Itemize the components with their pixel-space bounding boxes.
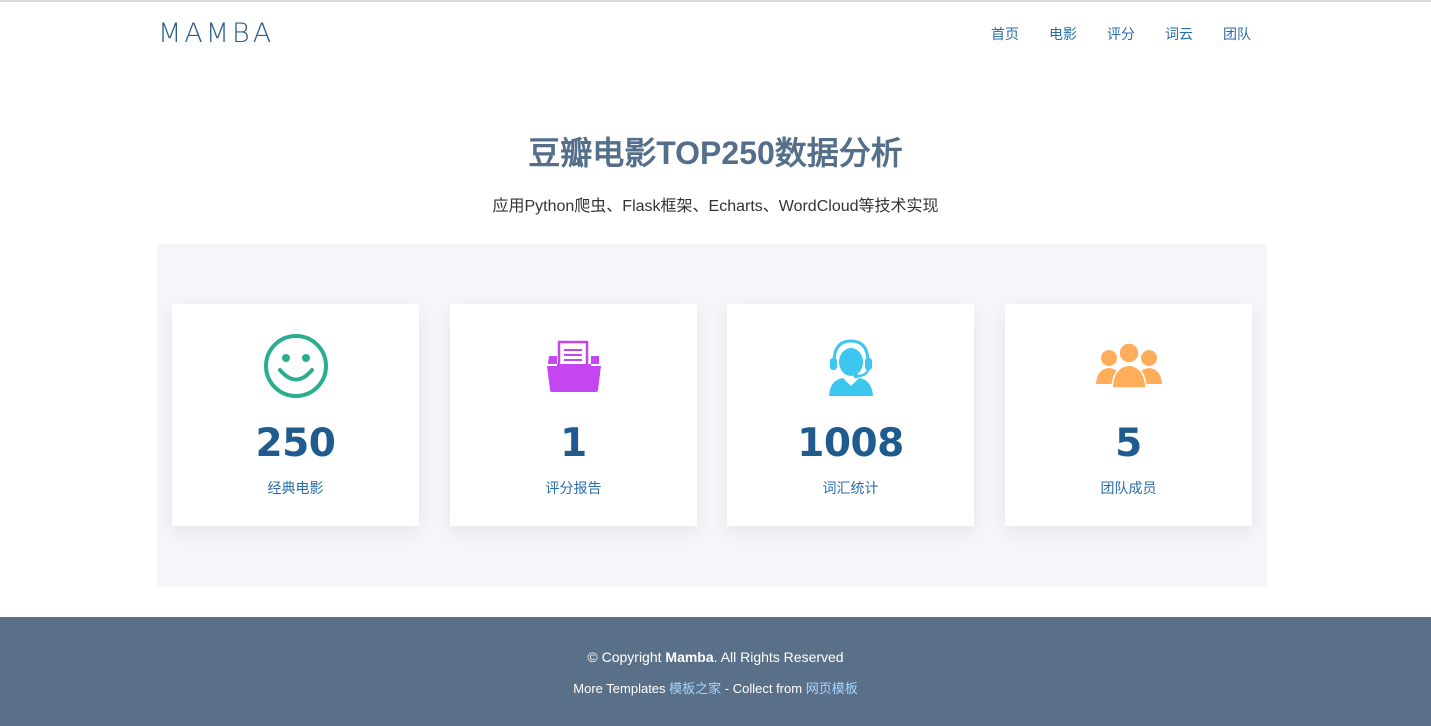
document-tray-icon — [450, 332, 697, 400]
brand-logo[interactable]: MAMBA — [158, 18, 274, 49]
nav-ratings[interactable]: 评分 — [1092, 24, 1150, 44]
nav-movies[interactable]: 电影 — [1034, 24, 1092, 44]
stat-value: 1008 — [797, 421, 904, 466]
stat-label: 团队成员 — [1100, 480, 1157, 496]
stat-value: 5 — [1115, 421, 1142, 466]
templates-line: More Templates 模板之家 - Collect from 网页模板 — [0, 678, 1431, 697]
more-templates-link[interactable]: 模板之家 — [669, 681, 721, 696]
nav-team[interactable]: 团队 — [1208, 24, 1266, 44]
team-people-icon — [1005, 332, 1252, 400]
collect-from-link[interactable]: 网页模板 — [806, 681, 858, 696]
page-subtitle: 应用Python爬虫、Flask框架、Echarts、WordCloud等技术实… — [492, 198, 939, 215]
footer: © Copyright Mamba. All Rights Reserved M… — [0, 617, 1431, 726]
stat-card-report[interactable]: 1 评分报告 — [450, 304, 697, 526]
more-templates-text: More Templates — [573, 681, 670, 696]
copyright-prefix: © Copyright — [587, 649, 666, 665]
stat-card-team[interactable]: 5 团队成员 — [1005, 304, 1252, 526]
stat-label: 词汇统计 — [822, 480, 879, 496]
stat-card-movies[interactable]: 250 经典电影 — [172, 304, 419, 526]
copyright-line: © Copyright Mamba. All Rights Reserved — [0, 649, 1431, 665]
nav-wordcloud[interactable]: 词云 — [1150, 24, 1208, 44]
main-nav: 首页 电影 评分 词云 团队 — [976, 24, 1266, 44]
stat-label: 经典电影 — [267, 480, 324, 496]
nav-home[interactable]: 首页 — [976, 24, 1034, 44]
stat-card-words[interactable]: 1008 词汇统计 — [727, 304, 974, 526]
stats-panel: 250 经典电影 1 评分报告 1008 词汇统计 5 团队成员 — [157, 244, 1267, 587]
stat-value: 250 — [255, 421, 336, 466]
stat-value: 1 — [560, 421, 587, 466]
headset-agent-icon — [727, 332, 974, 400]
smiley-icon — [172, 332, 419, 400]
stat-label: 评分报告 — [545, 480, 602, 496]
header: MAMBA 首页 电影 评分 词云 团队 — [0, 2, 1431, 68]
copyright-brand: Mamba — [665, 649, 714, 665]
copyright-suffix: . All Rights Reserved — [713, 649, 844, 665]
page-title: 豆瓣电影TOP250数据分析 — [528, 135, 903, 171]
collect-from-text: - Collect from — [721, 681, 806, 696]
